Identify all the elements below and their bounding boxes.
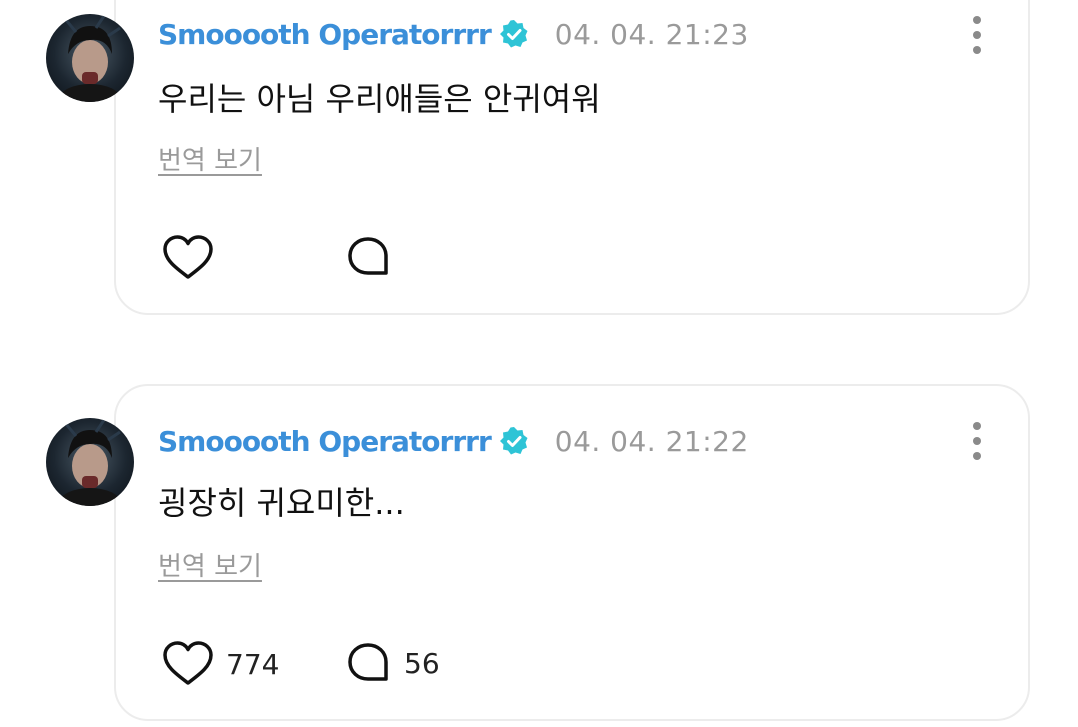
timestamp: 04. 04. 21:22 <box>554 424 749 458</box>
like-button[interactable]: 774 <box>162 640 279 688</box>
comment-bubble-icon <box>348 237 388 275</box>
avatar[interactable] <box>46 418 134 506</box>
username[interactable]: Smooooth Operatorrrr <box>158 18 492 51</box>
comment-count: 56 <box>404 646 440 680</box>
heart-icon <box>163 235 213 279</box>
post-header: Smooooth Operatorrrr 04. 04. 21:22 <box>158 421 749 461</box>
translate-link[interactable]: 번역 보기 <box>158 546 262 583</box>
timestamp: 04. 04. 21:23 <box>554 17 749 51</box>
more-vertical-icon[interactable] <box>964 418 990 466</box>
avatar[interactable] <box>46 14 134 102</box>
like-button[interactable] <box>162 234 226 282</box>
heart-icon <box>163 641 213 685</box>
translate-link[interactable]: 번역 보기 <box>158 140 262 177</box>
post-header: Smooooth Operatorrrr 04. 04. 21:23 <box>158 14 749 54</box>
comment-button[interactable] <box>346 236 404 278</box>
avatar-image <box>60 15 121 102</box>
username[interactable]: Smooooth Operatorrrr <box>158 425 492 458</box>
post-text: 우리는 아님 우리애들은 안귀여워 <box>158 80 601 118</box>
verified-badge-icon <box>499 426 529 456</box>
more-vertical-icon[interactable] <box>964 12 990 60</box>
like-count: 774 <box>226 647 280 681</box>
comment-bubble-icon <box>348 643 388 681</box>
avatar-image <box>60 419 121 506</box>
comment-button[interactable]: 56 <box>346 642 440 684</box>
verified-badge-icon <box>499 19 529 49</box>
post-text: 굉장히 귀요미한... <box>158 484 405 522</box>
